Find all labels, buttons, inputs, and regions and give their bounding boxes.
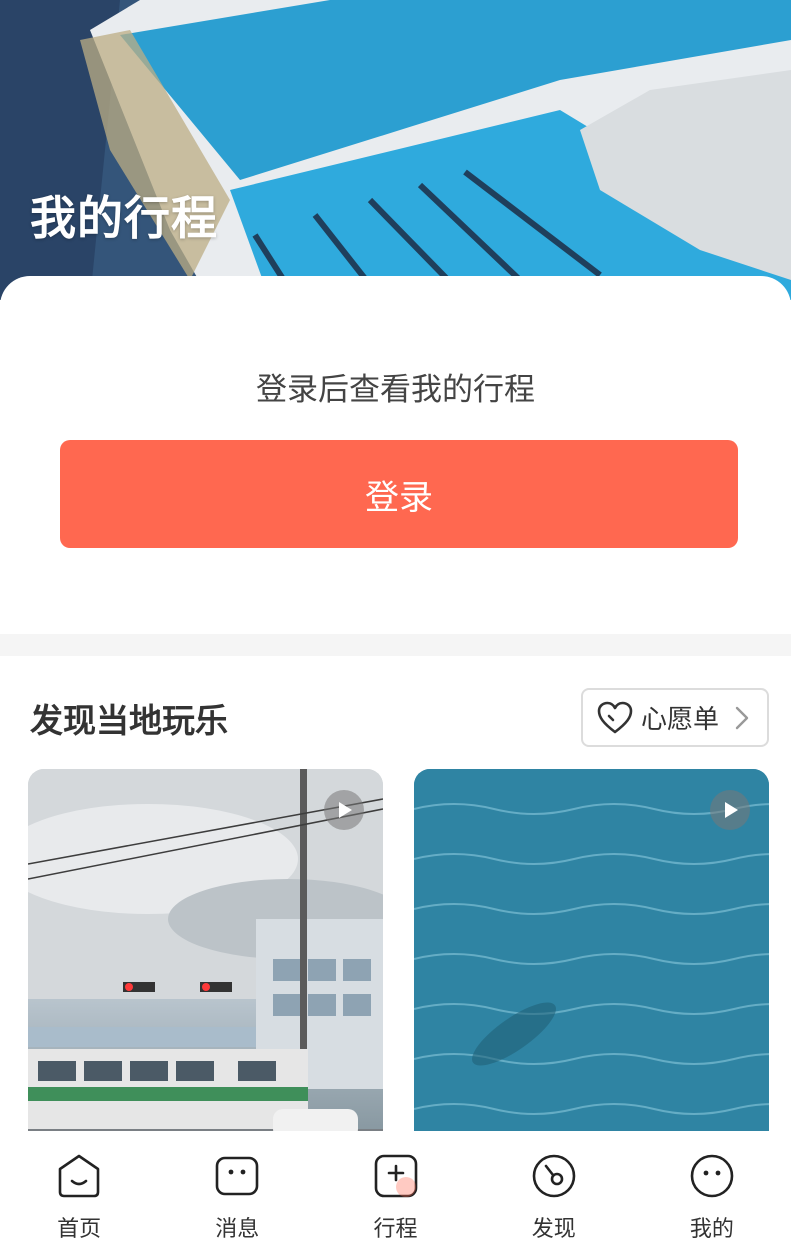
discover-section-title: 发现当地玩乐 <box>30 701 228 740</box>
chevron-right-icon <box>735 706 749 730</box>
nav-item-messages[interactable]: 消息 <box>158 1131 316 1260</box>
wishlist-button[interactable]: 心愿单 <box>581 688 769 747</box>
nav-item-trips[interactable]: 行程 <box>316 1131 474 1260</box>
discover-card[interactable] <box>28 769 383 1159</box>
profile-icon <box>690 1154 734 1198</box>
card-photo-street <box>28 769 383 1159</box>
discover-icon <box>532 1154 576 1198</box>
nav-item-home[interactable]: 首页 <box>0 1131 158 1260</box>
message-icon <box>215 1156 259 1196</box>
nav-label: 发现 <box>531 1217 576 1242</box>
nav-item-profile[interactable]: 我的 <box>633 1131 791 1260</box>
card-photo-sea <box>414 769 769 1159</box>
home-icon <box>58 1154 100 1198</box>
play-icon[interactable] <box>324 790 364 830</box>
nav-label: 我的 <box>689 1217 734 1242</box>
page-title: 我的行程 <box>30 191 218 245</box>
login-button[interactable]: 登录 <box>60 440 738 548</box>
wishlist-label: 心愿单 <box>641 705 720 735</box>
trip-add-icon <box>374 1154 417 1198</box>
discover-card[interactable] <box>414 769 769 1159</box>
nav-label: 消息 <box>215 1217 260 1242</box>
hero-banner: 我的行程 <box>0 0 791 300</box>
login-prompt: 登录后查看我的行程 <box>256 372 535 408</box>
hero-photo <box>0 0 791 300</box>
heart-icon <box>597 701 633 733</box>
section-divider <box>0 634 791 656</box>
nav-label: 首页 <box>57 1217 102 1242</box>
play-icon[interactable] <box>710 790 750 830</box>
bottom-nav: 首页 消息 行程 发现 我的 <box>0 1131 791 1260</box>
nav-label: 行程 <box>373 1217 418 1242</box>
nav-item-discover[interactable]: 发现 <box>475 1131 633 1260</box>
